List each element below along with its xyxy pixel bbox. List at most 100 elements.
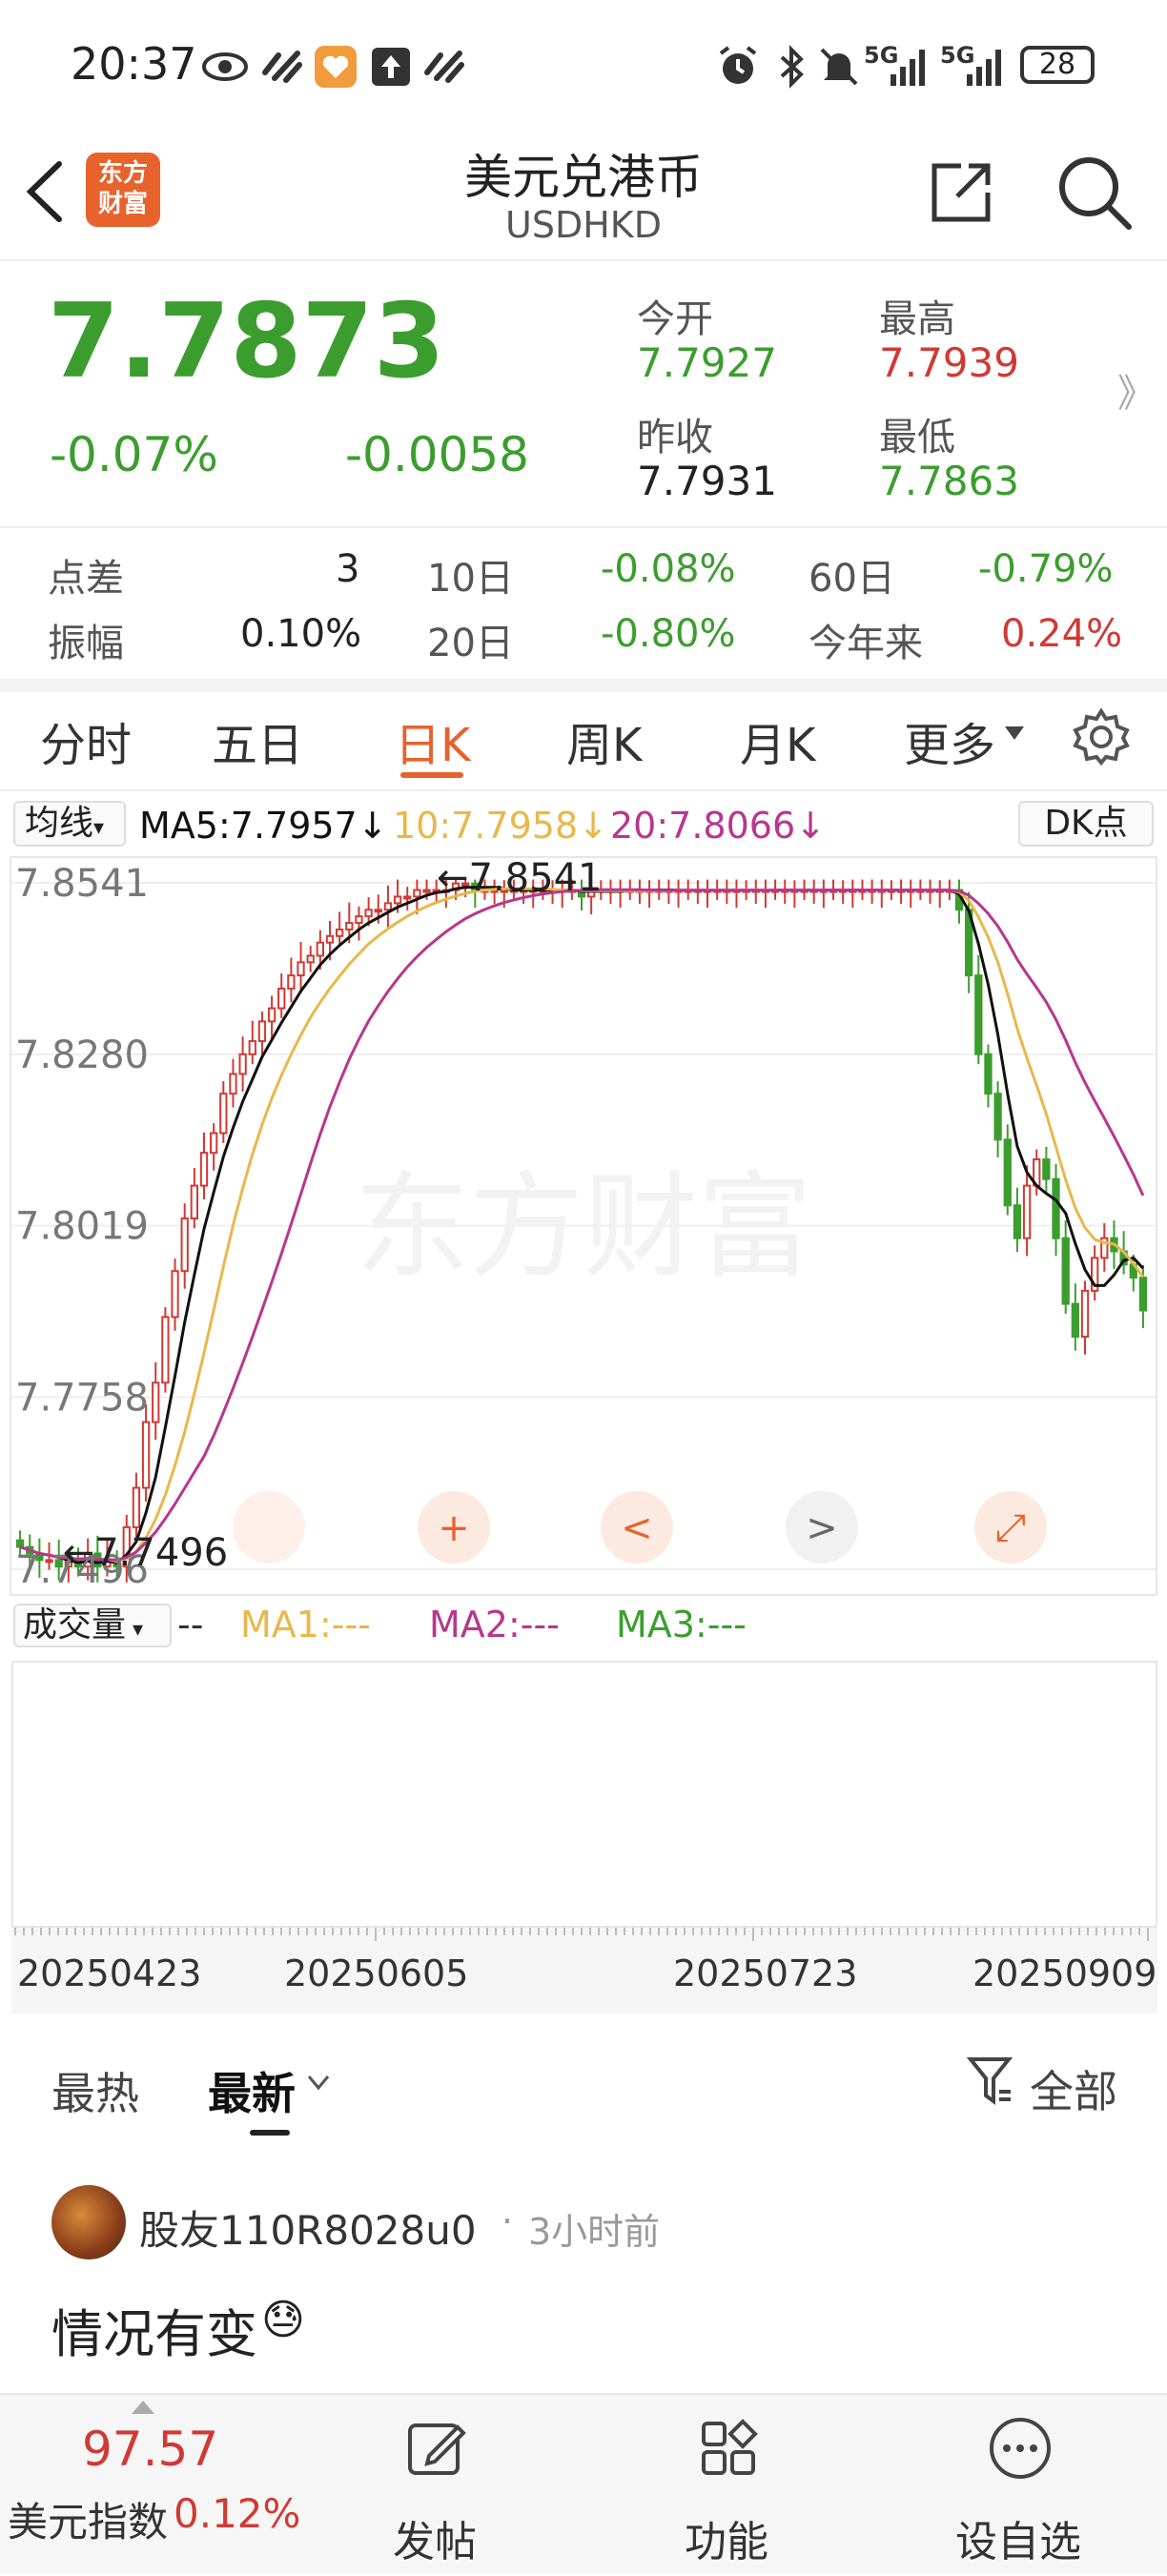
volume-ma3: MA3:--- <box>616 1604 747 1646</box>
volume-selector[interactable]: 成交量 ▾ <box>13 1604 172 1647</box>
app-notification-icon-2 <box>424 51 464 83</box>
low-value: 7.7863 <box>879 458 1019 504</box>
control-glyph: < <box>621 1506 653 1550</box>
candle-body <box>403 895 412 900</box>
post-button[interactable]: 发帖 <box>339 2395 530 2576</box>
candle-body <box>364 909 373 918</box>
candle-body <box>1138 1277 1148 1312</box>
edit-icon <box>408 2423 466 2475</box>
dollar-index-value[interactable]: 97.57 <box>82 2422 218 2477</box>
avatar[interactable] <box>51 2185 126 2259</box>
comments-tab-latest[interactable]: 最新 <box>208 2059 296 2122</box>
add-watchlist-button[interactable]: 设自选 <box>923 2395 1114 2576</box>
candle-body <box>325 934 335 944</box>
alarm-icon <box>719 46 757 84</box>
ma20-legend: 20:7.8066↓ <box>610 805 826 847</box>
ma20-value: 20:7.8066 <box>610 805 796 847</box>
more-dots-icon <box>990 2418 1051 2479</box>
d10-value: -0.08% <box>601 547 736 591</box>
open-label: 今开 <box>637 297 713 341</box>
share-icon[interactable] <box>925 156 997 229</box>
candle-body <box>277 987 286 1010</box>
control-glyph: ⤢ <box>995 1506 1026 1550</box>
search-icon[interactable] <box>1054 153 1135 233</box>
tab-weekly-k[interactable]: 周K <box>566 707 642 774</box>
filter-icon[interactable] <box>967 2054 1013 2107</box>
post-dot: · <box>502 2200 514 2242</box>
ma5-legend: MA5:7.7957↓ <box>139 805 388 847</box>
candle-body <box>316 941 324 957</box>
high-label: 最高 <box>879 297 955 341</box>
chart-watermark: 东方财富 <box>355 1161 812 1294</box>
functions-button-label: 功能 <box>685 2518 768 2566</box>
candle-body <box>199 1152 209 1187</box>
filter-all-label[interactable]: 全部 <box>1030 2057 1117 2120</box>
candle-body <box>267 1007 276 1023</box>
candle-body <box>141 1421 151 1489</box>
dollar-index-change: 0.12% <box>174 2490 301 2537</box>
candle-body <box>219 1093 228 1135</box>
tab-intraday[interactable]: 分时 <box>40 707 132 774</box>
post-content[interactable]: 情况有变 <box>51 2292 257 2367</box>
time-axis: 20250423 20250605 20250723 20250909 <box>11 1928 1157 2014</box>
x-tick-label: 20250423 <box>17 1952 202 1994</box>
x-tick-label: 20250723 <box>673 1952 858 1994</box>
candle-body <box>190 1184 198 1220</box>
prev-close-label: 昨收 <box>637 416 713 460</box>
caret-down-icon <box>1005 726 1024 740</box>
y-tick-label: 7.8541 <box>15 862 149 906</box>
control-glyph: + <box>438 1506 470 1550</box>
candle-body <box>345 922 354 930</box>
tab-five-day[interactable]: 五日 <box>212 707 303 774</box>
mute-icon <box>820 48 858 86</box>
ma-selector[interactable]: 均线▾ <box>13 801 126 847</box>
candle-body <box>1071 1302 1079 1339</box>
candle-body <box>1052 1177 1060 1239</box>
low-label: 最低 <box>879 416 955 460</box>
dk-point-button[interactable]: DK点 <box>1018 801 1154 847</box>
signal-icon <box>891 50 925 86</box>
tab-more[interactable]: 更多 <box>904 707 995 774</box>
ma-selector-label: 均线 <box>25 804 94 843</box>
grid-apps-icon <box>702 2419 758 2475</box>
kline-chart[interactable]: 东方财富 7.85417.82807.80197.77587.7496 ←7.8… <box>10 856 1157 1596</box>
dollar-index-label[interactable]: 美元指数 <box>8 2490 168 2548</box>
y-tick-label: 7.8280 <box>15 1033 149 1077</box>
ma10-trend-arrow: ↓ <box>578 805 608 847</box>
last-price: 7.7873 <box>48 282 445 401</box>
spread-label: 点差 <box>48 557 124 601</box>
ma20-trend-arrow: ↓ <box>795 805 826 847</box>
d10-label: 10日 <box>427 557 514 601</box>
caret-down-icon: ▾ <box>93 816 105 840</box>
candle-body <box>336 928 344 937</box>
x-tick-label: 20250605 <box>284 1952 469 1994</box>
y-tick-label: 7.7758 <box>15 1376 149 1420</box>
caret-up-icon <box>132 2401 154 2414</box>
ma5-trend-arrow: ↓ <box>357 805 388 847</box>
d20-label: 20日 <box>427 622 514 665</box>
change-value: -0.0058 <box>345 427 529 482</box>
settings-icon[interactable] <box>1072 707 1131 767</box>
post-username[interactable]: 股友110R8028u0 <box>139 2198 477 2257</box>
change-percent: -0.07% <box>50 427 218 482</box>
scroll-right-button[interactable]: > <box>786 1491 858 1564</box>
min-price-marker: ←7.7496 <box>63 1531 228 1575</box>
fullscreen-button[interactable]: ⤢ <box>974 1491 1047 1564</box>
functions-button[interactable]: 功能 <box>631 2395 822 2576</box>
spread-value: 3 <box>336 547 360 591</box>
tab-daily-k[interactable]: 日K <box>395 707 470 774</box>
app-header: 东方 财富 美元兑港币 USDHKD <box>0 133 1167 257</box>
volume-chart[interactable] <box>11 1661 1157 1928</box>
d20-value: -0.80% <box>601 612 736 656</box>
candle-body <box>1061 1237 1070 1305</box>
more-quote-chevron[interactable]: 》 <box>1117 362 1156 418</box>
comments-tab-hot[interactable]: 最热 <box>51 2059 139 2122</box>
time-axis-ticks <box>14 1928 1149 1941</box>
candle-body <box>171 1270 179 1319</box>
d60-label: 60日 <box>809 557 895 601</box>
tab-monthly-k[interactable]: 月K <box>740 707 815 774</box>
y-tick-label: 7.8019 <box>15 1205 149 1249</box>
zoom-in-button[interactable]: + <box>418 1491 490 1564</box>
ma5-value: MA5:7.7957 <box>139 805 358 847</box>
scroll-left-button[interactable]: < <box>601 1491 673 1564</box>
